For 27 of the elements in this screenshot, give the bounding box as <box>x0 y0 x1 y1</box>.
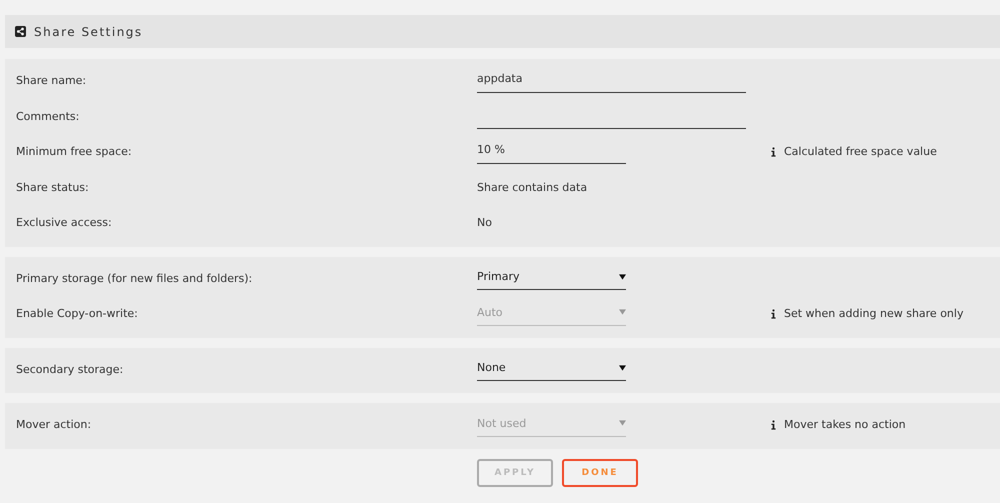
field-label: Enable Copy-on-write: <box>15 307 139 320</box>
field-value: Share contains data <box>477 180 588 194</box>
header-title: Share Settings <box>34 24 143 38</box>
field-label: Mover action: <box>15 418 92 432</box>
field-label: Minimum free space: <box>15 145 133 158</box>
info-text: Set when adding new share only <box>784 307 964 320</box>
info-text: Mover takes no action <box>784 418 906 432</box>
field-label: Share status: <box>15 180 90 194</box>
field-label: Secondary storage: <box>15 362 124 376</box>
caret-icon <box>619 364 626 371</box>
field-label: Share name: <box>15 74 88 88</box>
input-field[interactable]: appdata <box>477 68 746 94</box>
info-icon <box>771 308 776 319</box>
dropdown[interactable]: None <box>477 357 626 382</box>
dropdown[interactable]: Primary <box>477 266 626 290</box>
caret-icon <box>619 274 626 280</box>
field-label: Comments: <box>15 110 80 123</box>
share-icon <box>15 26 26 37</box>
field-value: No <box>477 216 492 230</box>
info-icon <box>771 146 776 157</box>
field-label: Primary storage (for new files and folders): <box>15 272 254 285</box>
caret-icon <box>619 309 626 316</box>
info-text: Calculated free space value <box>784 145 937 158</box>
field-label: Exclusive access: <box>15 216 113 230</box>
caret-icon <box>619 420 626 426</box>
input-field[interactable]: 10 % <box>477 139 626 164</box>
info-icon <box>771 420 776 430</box>
